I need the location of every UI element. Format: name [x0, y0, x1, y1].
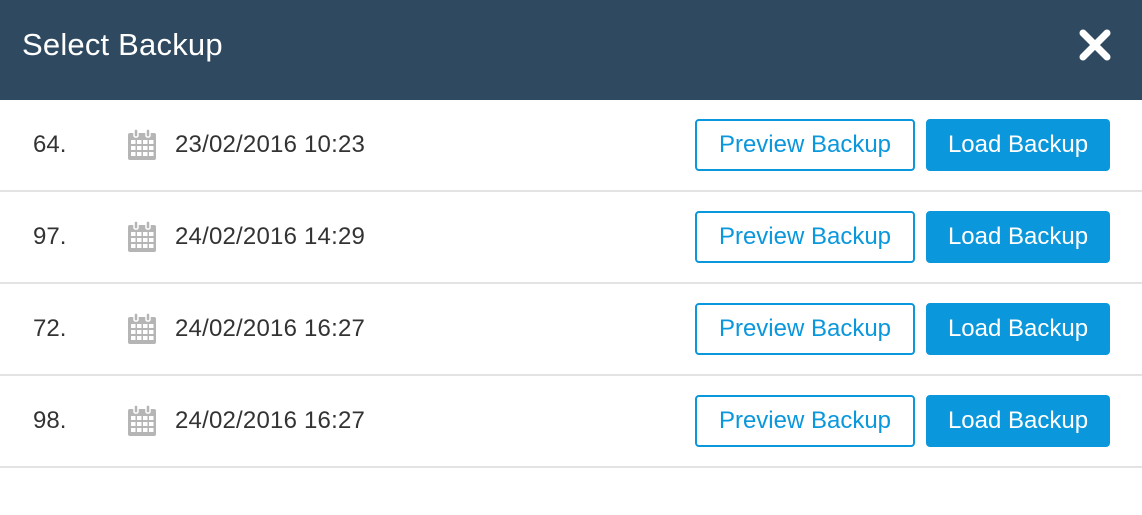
preview-backup-button[interactable]: Preview Backup	[695, 119, 915, 171]
backup-number: 98.	[33, 407, 67, 434]
backup-number: 72.	[33, 315, 67, 342]
row-actions: Preview Backup Load Backup	[695, 303, 1110, 355]
backup-datetime: 24/02/2016 16:27	[175, 315, 366, 342]
backup-row: 97. 24/02/2016 14:29 Preview Backup Load…	[0, 192, 1142, 284]
row-actions: Preview Backup Load Backup	[695, 119, 1110, 171]
backup-datetime: 24/02/2016 14:29	[175, 223, 366, 250]
select-backup-dialog: Select Backup 64. 23/02/2016 10:23 Previ…	[0, 0, 1142, 515]
calendar-icon	[128, 405, 156, 436]
load-backup-button[interactable]: Load Backup	[926, 303, 1110, 355]
calendar-icon	[128, 221, 156, 252]
load-backup-button[interactable]: Load Backup	[926, 395, 1110, 447]
load-backup-button[interactable]: Load Backup	[926, 119, 1110, 171]
dialog-title: Select Backup	[22, 27, 223, 62]
backup-list: 64. 23/02/2016 10:23 Preview Backup Load…	[0, 100, 1142, 468]
backup-datetime: 24/02/2016 16:27	[175, 407, 366, 434]
preview-backup-button[interactable]: Preview Backup	[695, 211, 915, 263]
backup-number: 64.	[33, 131, 67, 158]
backup-row: 72. 24/02/2016 16:27 Preview Backup Load…	[0, 284, 1142, 376]
backup-datetime: 23/02/2016 10:23	[175, 131, 366, 158]
preview-backup-button[interactable]: Preview Backup	[695, 303, 915, 355]
preview-backup-button[interactable]: Preview Backup	[695, 395, 915, 447]
close-button[interactable]	[1076, 26, 1114, 64]
backup-row: 64. 23/02/2016 10:23 Preview Backup Load…	[0, 100, 1142, 192]
row-actions: Preview Backup Load Backup	[695, 211, 1110, 263]
calendar-icon	[128, 129, 156, 160]
backup-number: 97.	[33, 223, 67, 250]
calendar-icon	[128, 313, 156, 344]
load-backup-button[interactable]: Load Backup	[926, 211, 1110, 263]
dialog-header: Select Backup	[0, 0, 1142, 100]
row-actions: Preview Backup Load Backup	[695, 395, 1110, 447]
backup-row: 98. 24/02/2016 16:27 Preview Backup Load…	[0, 376, 1142, 468]
close-icon	[1079, 29, 1111, 61]
